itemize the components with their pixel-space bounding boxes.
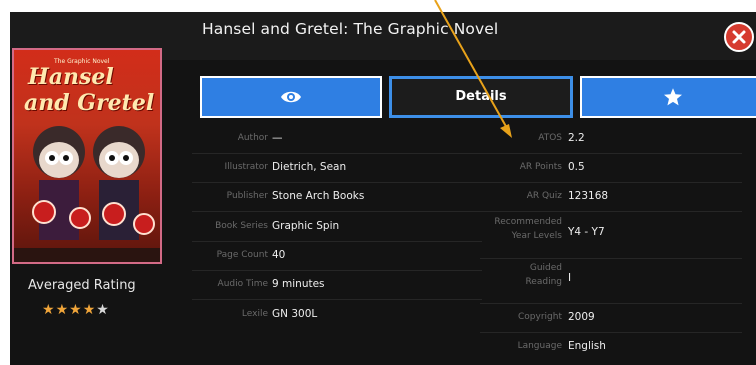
detail-label: AR Points: [519, 162, 562, 172]
detail-value: Dietrich, Sean: [272, 161, 347, 173]
detail-label: Illustrator: [224, 162, 268, 172]
star-icon: ★: [82, 302, 97, 318]
detail-row-illustrator: Illustrator Dietrich, Sean: [192, 154, 482, 183]
detail-value: English: [568, 340, 606, 352]
detail-value: Graphic Spin: [272, 220, 340, 232]
averaged-rating-label: Averaged Rating: [28, 278, 136, 293]
details-button[interactable]: Details: [389, 76, 573, 118]
detail-label: Audio Time: [217, 279, 268, 289]
detail-row-language: Language English: [480, 333, 742, 362]
star-icon: [664, 88, 682, 106]
detail-label: AR Quiz: [526, 191, 562, 201]
book-title: Hansel and Gretel: The Graphic Novel: [202, 20, 499, 38]
star-icon: ★: [96, 302, 110, 318]
detail-row-ar-quiz: AR Quiz 123168: [480, 183, 742, 212]
detail-row-recommended-year-levels: Recommended Year Levels Y4 - Y7: [480, 213, 742, 259]
detail-row-audio-time: Audio Time 9 minutes: [192, 271, 482, 300]
cover-title-line1: Hansel: [28, 64, 114, 90]
cover-illustration: [14, 126, 160, 262]
detail-label: Author: [237, 133, 268, 143]
detail-value: Y4 - Y7: [568, 226, 605, 238]
close-icon: [732, 30, 746, 44]
detail-label: Language: [517, 341, 562, 351]
star-icon: ★: [69, 302, 83, 318]
preview-button[interactable]: [200, 76, 382, 118]
detail-row-book-series: Book Series Graphic Spin: [192, 213, 482, 242]
detail-row-guided-reading: Guided Reading I: [480, 259, 742, 304]
detail-label: Copyright: [518, 312, 562, 322]
favourite-button[interactable]: [580, 76, 756, 118]
detail-label: ATOS: [538, 133, 562, 143]
star-icon: ★: [42, 302, 56, 318]
detail-row-lexile: Lexile GN 300L: [192, 301, 482, 330]
cover-title-line2: and Gretel: [24, 90, 155, 116]
detail-value: —: [272, 132, 283, 144]
detail-label: Guided Reading: [525, 263, 562, 287]
detail-label: Recommended Year Levels: [494, 217, 562, 241]
close-button[interactable]: [724, 22, 754, 52]
detail-value: GN 300L: [272, 308, 318, 320]
detail-row-page-count: Page Count 40: [192, 242, 482, 271]
eye-icon: [281, 91, 301, 103]
detail-label: Publisher: [226, 191, 268, 201]
detail-label: Lexile: [241, 309, 268, 319]
detail-value: 9 minutes: [272, 278, 325, 290]
book-details-modal: Hansel and Gretel: The Graphic Novel The…: [10, 12, 756, 365]
detail-label: Page Count: [216, 250, 268, 260]
detail-value: 123168: [568, 190, 609, 202]
detail-row-author: Author —: [192, 125, 482, 154]
detail-value: 2009: [568, 311, 595, 323]
detail-value: 2.2: [568, 132, 585, 144]
detail-row-ar-points: AR Points 0.5: [480, 154, 742, 183]
detail-row-atos: ATOS 2.2: [480, 125, 742, 154]
detail-label: Book Series: [215, 221, 268, 231]
detail-value: 40: [272, 249, 286, 261]
rating-stars: ★★★★★: [42, 302, 110, 318]
detail-value: I: [568, 272, 572, 284]
book-cover: The Graphic Novel Hansel and Gretel: [12, 48, 162, 264]
detail-row-copyright: Copyright 2009: [480, 304, 742, 333]
detail-value: 0.5: [568, 161, 585, 173]
detail-row-publisher: Publisher Stone Arch Books: [192, 183, 482, 212]
detail-value: Stone Arch Books: [272, 190, 365, 202]
star-icon: ★: [55, 302, 70, 318]
